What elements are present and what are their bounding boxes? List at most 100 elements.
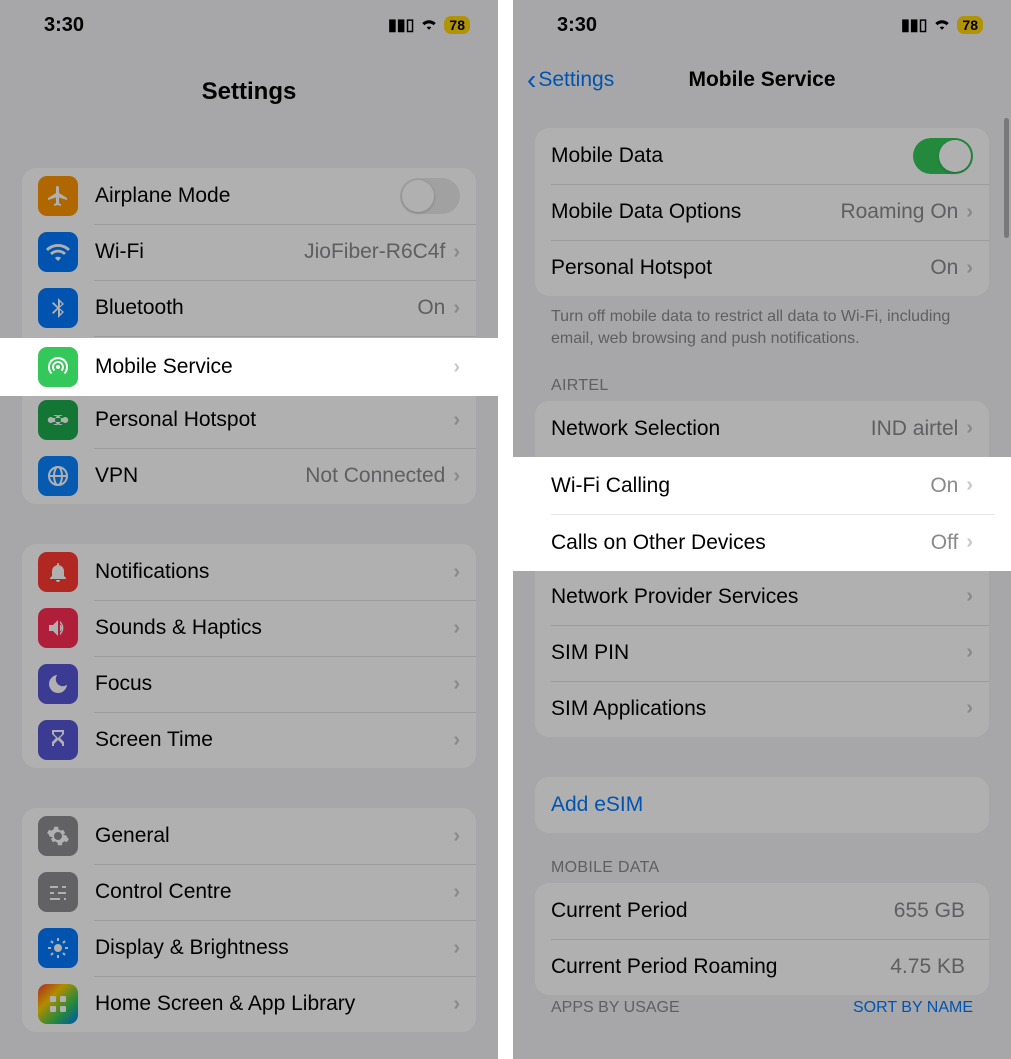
calls-other-row[interactable]: Calls on Other Devices Off ›	[551, 514, 973, 571]
current-period-label: Current Period	[551, 899, 894, 923]
back-button[interactable]: ‹ Settings	[527, 66, 614, 94]
mobile-data-footer: Turn off mobile data to restrict all dat…	[513, 296, 1011, 351]
cellular-icon: ▮▮▯	[388, 15, 414, 35]
sliders-icon	[38, 872, 78, 912]
hourglass-icon	[38, 720, 78, 760]
vpn-value: Not Connected	[305, 464, 445, 488]
battery-badge: 78	[957, 16, 983, 34]
sim-apps-row[interactable]: SIM Applications ›	[535, 681, 989, 737]
vpn-icon	[38, 456, 78, 496]
chevron-right-icon: ›	[453, 561, 460, 584]
chevron-right-icon: ›	[453, 465, 460, 488]
screentime-row[interactable]: Screen Time ›	[22, 712, 476, 768]
network-selection-value: IND airtel	[871, 417, 959, 441]
page-title: Settings	[0, 50, 498, 106]
airplane-label: Airplane Mode	[95, 184, 400, 208]
control-row[interactable]: Control Centre ›	[22, 864, 476, 920]
focus-row[interactable]: Focus ›	[22, 656, 476, 712]
wifi-calling-label: Wi-Fi Calling	[551, 474, 930, 498]
sounds-row[interactable]: Sounds & Haptics ›	[22, 600, 476, 656]
scrollbar[interactable]	[1004, 118, 1009, 238]
battery-badge: 78	[444, 16, 470, 34]
chevron-right-icon: ›	[453, 297, 460, 320]
notifications-row[interactable]: Notifications ›	[22, 544, 476, 600]
chevron-right-icon: ›	[453, 673, 460, 696]
hotspot-label: Personal Hotspot	[95, 408, 453, 432]
left-screen: 3:30 ▮▮▯ 78 Settings Airplane Mode Wi-Fi…	[0, 0, 498, 1059]
bluetooth-icon	[38, 288, 78, 328]
speaker-icon	[38, 608, 78, 648]
mobile-label-highlight: Mobile Service	[95, 355, 453, 379]
chevron-right-icon: ›	[966, 257, 973, 280]
bluetooth-label: Bluetooth	[95, 296, 417, 320]
current-period-row[interactable]: Current Period 655 GB	[535, 883, 989, 939]
chevron-right-icon: ›	[966, 585, 973, 608]
hotspot-row[interactable]: Personal Hotspot On ›	[535, 240, 989, 296]
wifi-calling-highlight: Wi-Fi Calling On › Calls on Other Device…	[513, 457, 1011, 571]
calls-other-label: Calls on Other Devices	[551, 531, 931, 555]
vpn-row[interactable]: VPN Not Connected ›	[22, 448, 476, 504]
network-selection-row[interactable]: Network Selection IND airtel ›	[535, 401, 989, 457]
airplane-toggle[interactable]	[400, 178, 460, 214]
vpn-label: VPN	[95, 464, 305, 488]
hotspot-value: On	[930, 256, 958, 280]
mobile-data-toggle[interactable]	[913, 138, 973, 174]
data-options-label: Mobile Data Options	[551, 200, 840, 224]
connectivity-group: Airplane Mode Wi-Fi JioFiber-R6C4f › Blu…	[22, 168, 476, 504]
sort-by-name-button[interactable]: SORT BY NAME	[853, 999, 973, 1017]
chevron-right-icon: ›	[453, 241, 460, 264]
mobile-data-row[interactable]: Mobile Data	[535, 128, 989, 184]
wifi-calling-value: On	[930, 474, 958, 498]
data-options-row[interactable]: Mobile Data Options Roaming On ›	[535, 184, 989, 240]
chevron-right-icon: ›	[453, 937, 460, 960]
back-label: Settings	[538, 68, 614, 92]
esim-group: Add eSIM	[535, 777, 989, 833]
roaming-period-row[interactable]: Current Period Roaming 4.75 KB	[535, 939, 989, 995]
chevron-right-icon: ›	[453, 617, 460, 640]
gear-icon	[38, 816, 78, 856]
provider-services-row[interactable]: Network Provider Services ›	[535, 569, 989, 625]
data-options-value: Roaming On	[840, 200, 958, 224]
status-bar: 3:30 ▮▮▯ 78	[0, 0, 498, 50]
wifi-status-icon	[933, 16, 951, 35]
brightness-icon	[38, 928, 78, 968]
apps-by-usage-row: APPS BY USAGE SORT BY NAME	[513, 999, 1011, 1017]
chevron-right-icon: ›	[453, 881, 460, 904]
cellular-icon: ▮▮▯	[901, 15, 927, 35]
sim-pin-row[interactable]: SIM PIN ›	[535, 625, 989, 681]
homescreen-row[interactable]: Home Screen & App Library ›	[22, 976, 476, 1032]
hotspot-label: Personal Hotspot	[551, 256, 930, 280]
sounds-label: Sounds & Haptics	[95, 616, 453, 640]
bluetooth-value: On	[417, 296, 445, 320]
mobile-service-highlight[interactable]: Mobile Service ›	[0, 338, 498, 396]
general-row[interactable]: General ›	[22, 808, 476, 864]
airplane-row[interactable]: Airplane Mode	[22, 168, 476, 224]
control-label: Control Centre	[95, 880, 453, 904]
display-row[interactable]: Display & Brightness ›	[22, 920, 476, 976]
chevron-right-icon: ›	[453, 993, 460, 1016]
screen-divider	[498, 0, 513, 1059]
notifications-label: Notifications	[95, 560, 453, 584]
mobile-data-group: Mobile Data Mobile Data Options Roaming …	[535, 128, 989, 296]
wifi-value: JioFiber-R6C4f	[304, 240, 445, 264]
provider-services-label: Network Provider Services	[551, 585, 966, 609]
alerts-group: Notifications › Sounds & Haptics › Focus…	[22, 544, 476, 768]
sim-apps-label: SIM Applications	[551, 697, 966, 721]
bluetooth-row[interactable]: Bluetooth On ›	[22, 280, 476, 336]
general-label: General	[95, 824, 453, 848]
homescreen-label: Home Screen & App Library	[95, 992, 453, 1016]
display-label: Display & Brightness	[95, 936, 453, 960]
sim-pin-label: SIM PIN	[551, 641, 966, 665]
apps-by-usage-label: APPS BY USAGE	[551, 999, 680, 1017]
wifi-calling-row[interactable]: Wi-Fi Calling On ›	[551, 457, 973, 514]
airplane-icon	[38, 176, 78, 216]
status-right: ▮▮▯ 78	[901, 15, 983, 35]
add-esim-row[interactable]: Add eSIM	[535, 777, 989, 833]
carrier-header: AIRTEL	[513, 351, 1011, 401]
wifi-row[interactable]: Wi-Fi JioFiber-R6C4f ›	[22, 224, 476, 280]
screentime-label: Screen Time	[95, 728, 453, 752]
mobile-data-header: MOBILE DATA	[513, 833, 1011, 883]
status-time: 3:30	[44, 14, 84, 37]
roaming-period-label: Current Period Roaming	[551, 955, 890, 979]
hotspot-row[interactable]: Personal Hotspot ›	[22, 392, 476, 448]
